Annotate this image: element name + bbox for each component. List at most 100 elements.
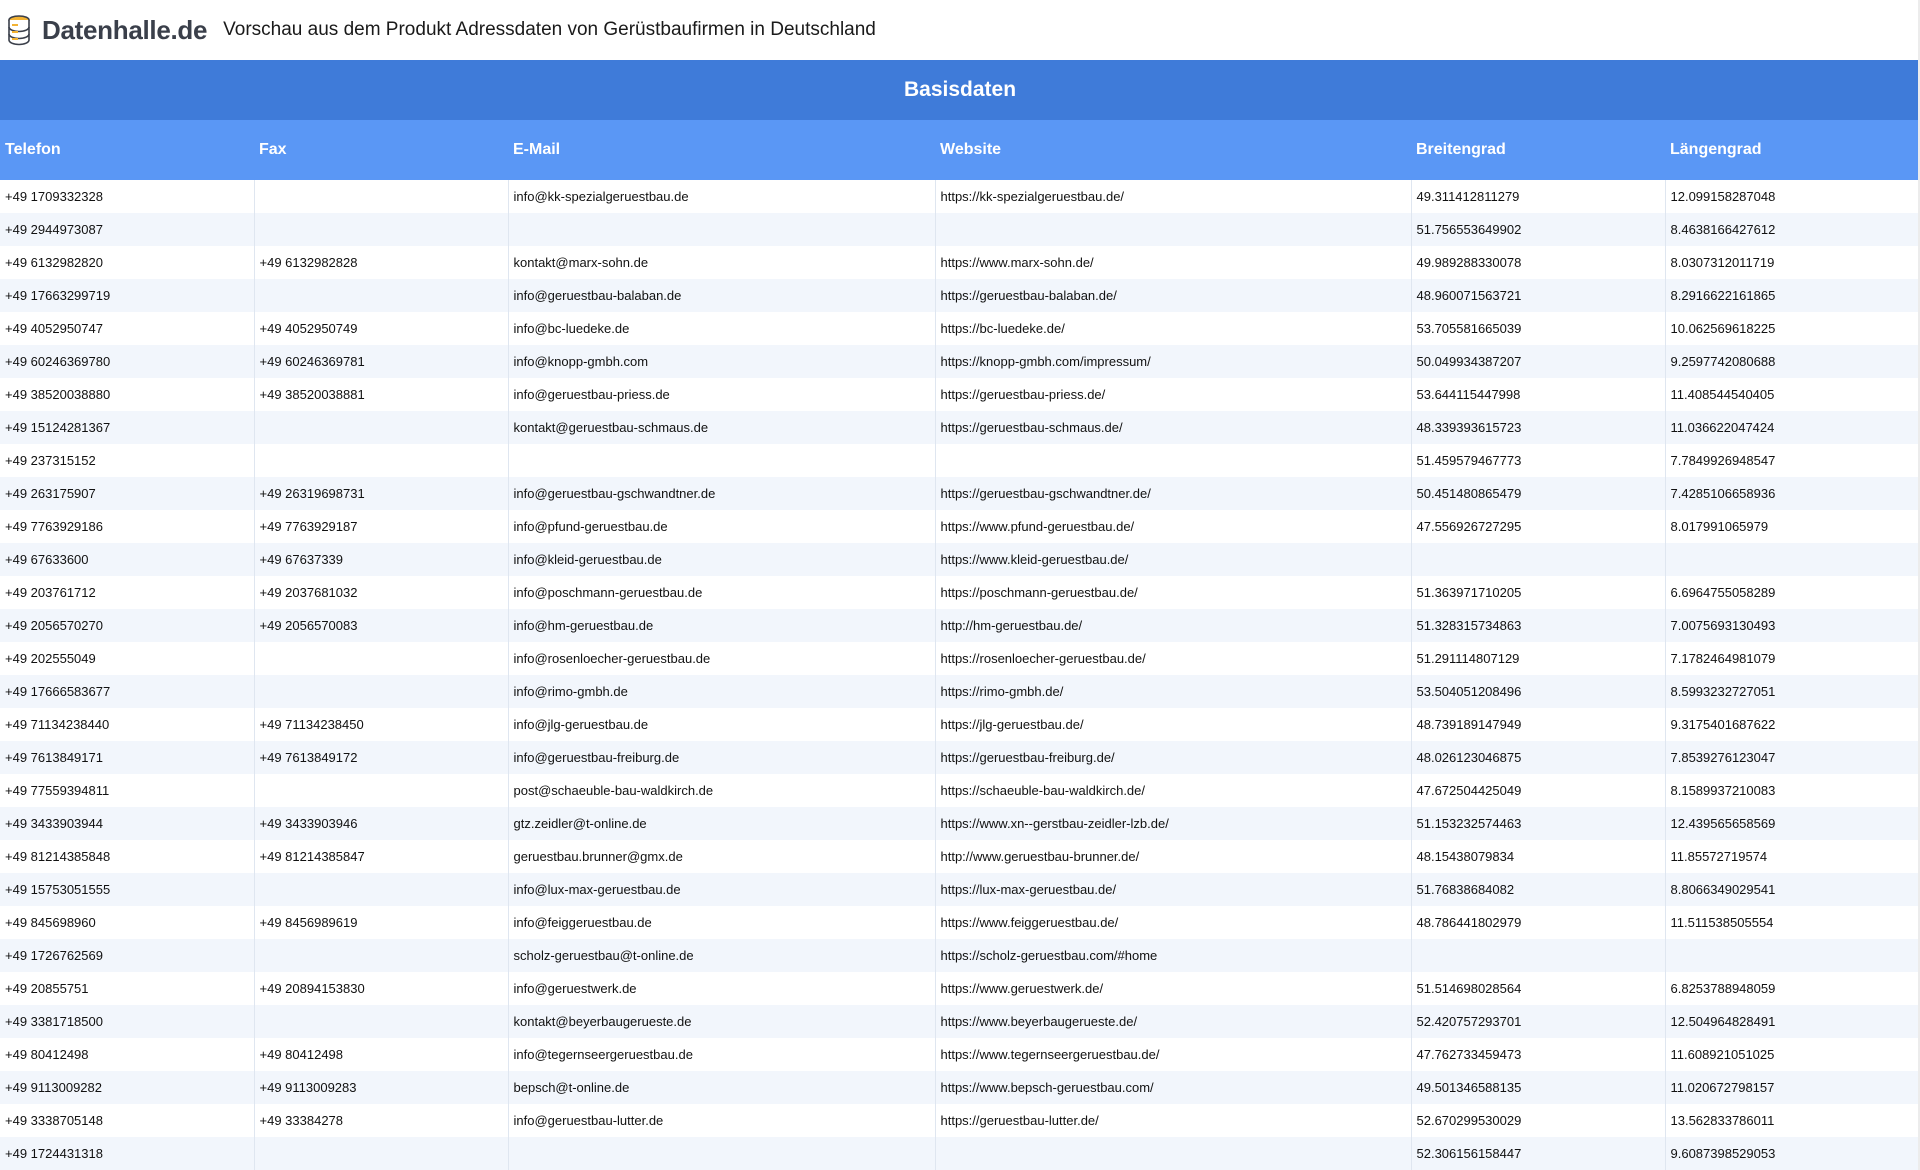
cell-fax: +49 6132982828 (254, 246, 509, 279)
cell-email: kontakt@geruestbau-schmaus.de (508, 411, 936, 444)
table-row: +49 3338705148 +49 33384278 info@geruestba… (0, 1104, 1920, 1137)
cell-website: https://www.beyerbaugerueste.de/ (935, 1005, 1412, 1038)
cell-website: https://www.marx-sohn.de/ (935, 246, 1412, 279)
cell-website (935, 444, 1412, 477)
cell-fax (254, 213, 509, 246)
table-row: +49 7613849171 +49 7613849172 info@geruest… (0, 741, 1920, 774)
cell-laengengrad: 6.8253788948059 (1665, 972, 1920, 1005)
column-header-website[interactable]: Website (935, 120, 1411, 180)
cell-laengengrad: 8.2916622161865 (1665, 279, 1920, 312)
cell-telefon: +49 60246369780 (0, 345, 255, 378)
table-row: +49 7763929186 +49 7763929187 info@pfund-g… (0, 510, 1920, 543)
table-row: +49 3381718500 kontakt@beyerbaugerueste.d… (0, 1005, 1920, 1038)
cell-email: info@kk-spezialgeruestbau.de (508, 180, 936, 213)
cell-laengengrad: 7.0075693130493 (1665, 609, 1920, 642)
cell-website: https://www.bepsch-geruestbau.com/ (935, 1071, 1412, 1104)
cell-email: geruestbau.brunner@gmx.de (508, 840, 936, 873)
cell-laengengrad: 9.2597742080688 (1665, 345, 1920, 378)
column-header-fax[interactable]: Fax (254, 120, 508, 180)
cell-email: info@rimo-gmbh.de (508, 675, 936, 708)
cell-breitengrad: 48.786441802979 (1411, 906, 1666, 939)
cell-telefon: +49 67633600 (0, 543, 255, 576)
cell-email: info@geruestbau-priess.de (508, 378, 936, 411)
cell-laengengrad: 7.4285106658936 (1665, 477, 1920, 510)
cell-breitengrad: 51.363971710205 (1411, 576, 1666, 609)
cell-email: info@kleid-geruestbau.de (508, 543, 936, 576)
cell-laengengrad: 9.6087398529053 (1665, 1137, 1920, 1170)
cell-fax (254, 411, 509, 444)
cell-laengengrad: 11.608921051025 (1665, 1038, 1920, 1071)
cell-email (508, 444, 936, 477)
cell-website (935, 1137, 1412, 1170)
cell-website: https://geruestbau-balaban.de/ (935, 279, 1412, 312)
cell-website: https://www.feiggeruestbau.de/ (935, 906, 1412, 939)
group-header-row: Basisdaten (0, 60, 1920, 120)
table-row: +49 3433903944 +49 3433903946 gtz.zeidler@… (0, 807, 1920, 840)
page-title: Vorschau aus dem Produkt Adressdaten von… (223, 19, 876, 40)
cell-laengengrad: 10.062569618225 (1665, 312, 1920, 345)
logo[interactable]: Datenhalle.de (6, 10, 207, 50)
cell-laengengrad: 8.1589937210083 (1665, 774, 1920, 807)
cell-laengengrad: 8.8066349029541 (1665, 873, 1920, 906)
cell-fax: +49 2037681032 (254, 576, 509, 609)
table-row: +49 17666583677 info@rimo-gmbh.de https://… (0, 675, 1920, 708)
column-header-email[interactable]: E-Mail (508, 120, 935, 180)
cell-website: https://bc-luedeke.de/ (935, 312, 1412, 345)
cell-fax (254, 1137, 509, 1170)
cell-laengengrad (1665, 939, 1920, 972)
table-row: +49 1726762569 scholz-geruestbau@t-online… (0, 939, 1920, 972)
cell-email: info@hm-geruestbau.de (508, 609, 936, 642)
cell-fax: +49 67637339 (254, 543, 509, 576)
cell-fax (254, 279, 509, 312)
cell-email: info@geruestbau-freiburg.de (508, 741, 936, 774)
cell-email: info@rosenloecher-geruestbau.de (508, 642, 936, 675)
cell-laengengrad: 13.562833786011 (1665, 1104, 1920, 1137)
cell-breitengrad: 52.420757293701 (1411, 1005, 1666, 1038)
cell-breitengrad: 51.291114807129 (1411, 642, 1666, 675)
cell-website: https://www.kleid-geruestbau.de/ (935, 543, 1412, 576)
cell-website: https://rimo-gmbh.de/ (935, 675, 1412, 708)
cell-website: https://geruestbau-schmaus.de/ (935, 411, 1412, 444)
cell-email (508, 213, 936, 246)
column-header-laengengrad[interactable]: Längengrad (1665, 120, 1920, 180)
column-header-telefon[interactable]: Telefon (0, 120, 254, 180)
table-row: +49 17663299719 info@geruestbau-balaban.d… (0, 279, 1920, 312)
column-header-breitengrad[interactable]: Breitengrad (1411, 120, 1665, 180)
cell-laengengrad: 12.439565658569 (1665, 807, 1920, 840)
cell-fax (254, 642, 509, 675)
cell-laengengrad: 11.408544540405 (1665, 378, 1920, 411)
cell-telefon: +49 2056570270 (0, 609, 255, 642)
table-row: +49 38520038880 +49 38520038881 info@gerue… (0, 378, 1920, 411)
cell-telefon: +49 202555049 (0, 642, 255, 675)
cell-fax: +49 33384278 (254, 1104, 509, 1137)
cell-telefon: +49 1709332328 (0, 180, 255, 213)
cell-fax: +49 20894153830 (254, 972, 509, 1005)
cell-breitengrad: 50.451480865479 (1411, 477, 1666, 510)
cell-breitengrad: 48.026123046875 (1411, 741, 1666, 774)
group-header-basisdaten: Basisdaten (0, 60, 1920, 120)
cell-laengengrad: 12.504964828491 (1665, 1005, 1920, 1038)
cell-telefon: +49 15753051555 (0, 873, 255, 906)
cell-breitengrad: 48.739189147949 (1411, 708, 1666, 741)
cell-website (935, 213, 1412, 246)
cell-email: kontakt@beyerbaugerueste.de (508, 1005, 936, 1038)
cell-website: https://www.xn--gerstbau-zeidler-lzb.de/ (935, 807, 1412, 840)
cell-telefon: +49 7763929186 (0, 510, 255, 543)
cell-telefon: +49 845698960 (0, 906, 255, 939)
cell-email: scholz-geruestbau@t-online.de (508, 939, 936, 972)
cell-breitengrad: 51.76838684082 (1411, 873, 1666, 906)
cell-telefon: +49 237315152 (0, 444, 255, 477)
cell-fax: +49 8456989619 (254, 906, 509, 939)
cell-telefon: +49 17666583677 (0, 675, 255, 708)
cell-breitengrad: 48.960071563721 (1411, 279, 1666, 312)
cell-fax (254, 444, 509, 477)
cell-telefon: +49 80412498 (0, 1038, 255, 1071)
cell-fax (254, 1005, 509, 1038)
cell-fax: +49 80412498 (254, 1038, 509, 1071)
cell-laengengrad: 8.5993232727051 (1665, 675, 1920, 708)
cell-fax: +49 81214385847 (254, 840, 509, 873)
cell-email: post@schaeuble-bau-waldkirch.de (508, 774, 936, 807)
cell-breitengrad: 51.459579467773 (1411, 444, 1666, 477)
cell-telefon: +49 2944973087 (0, 213, 255, 246)
cell-fax: +49 71134238450 (254, 708, 509, 741)
